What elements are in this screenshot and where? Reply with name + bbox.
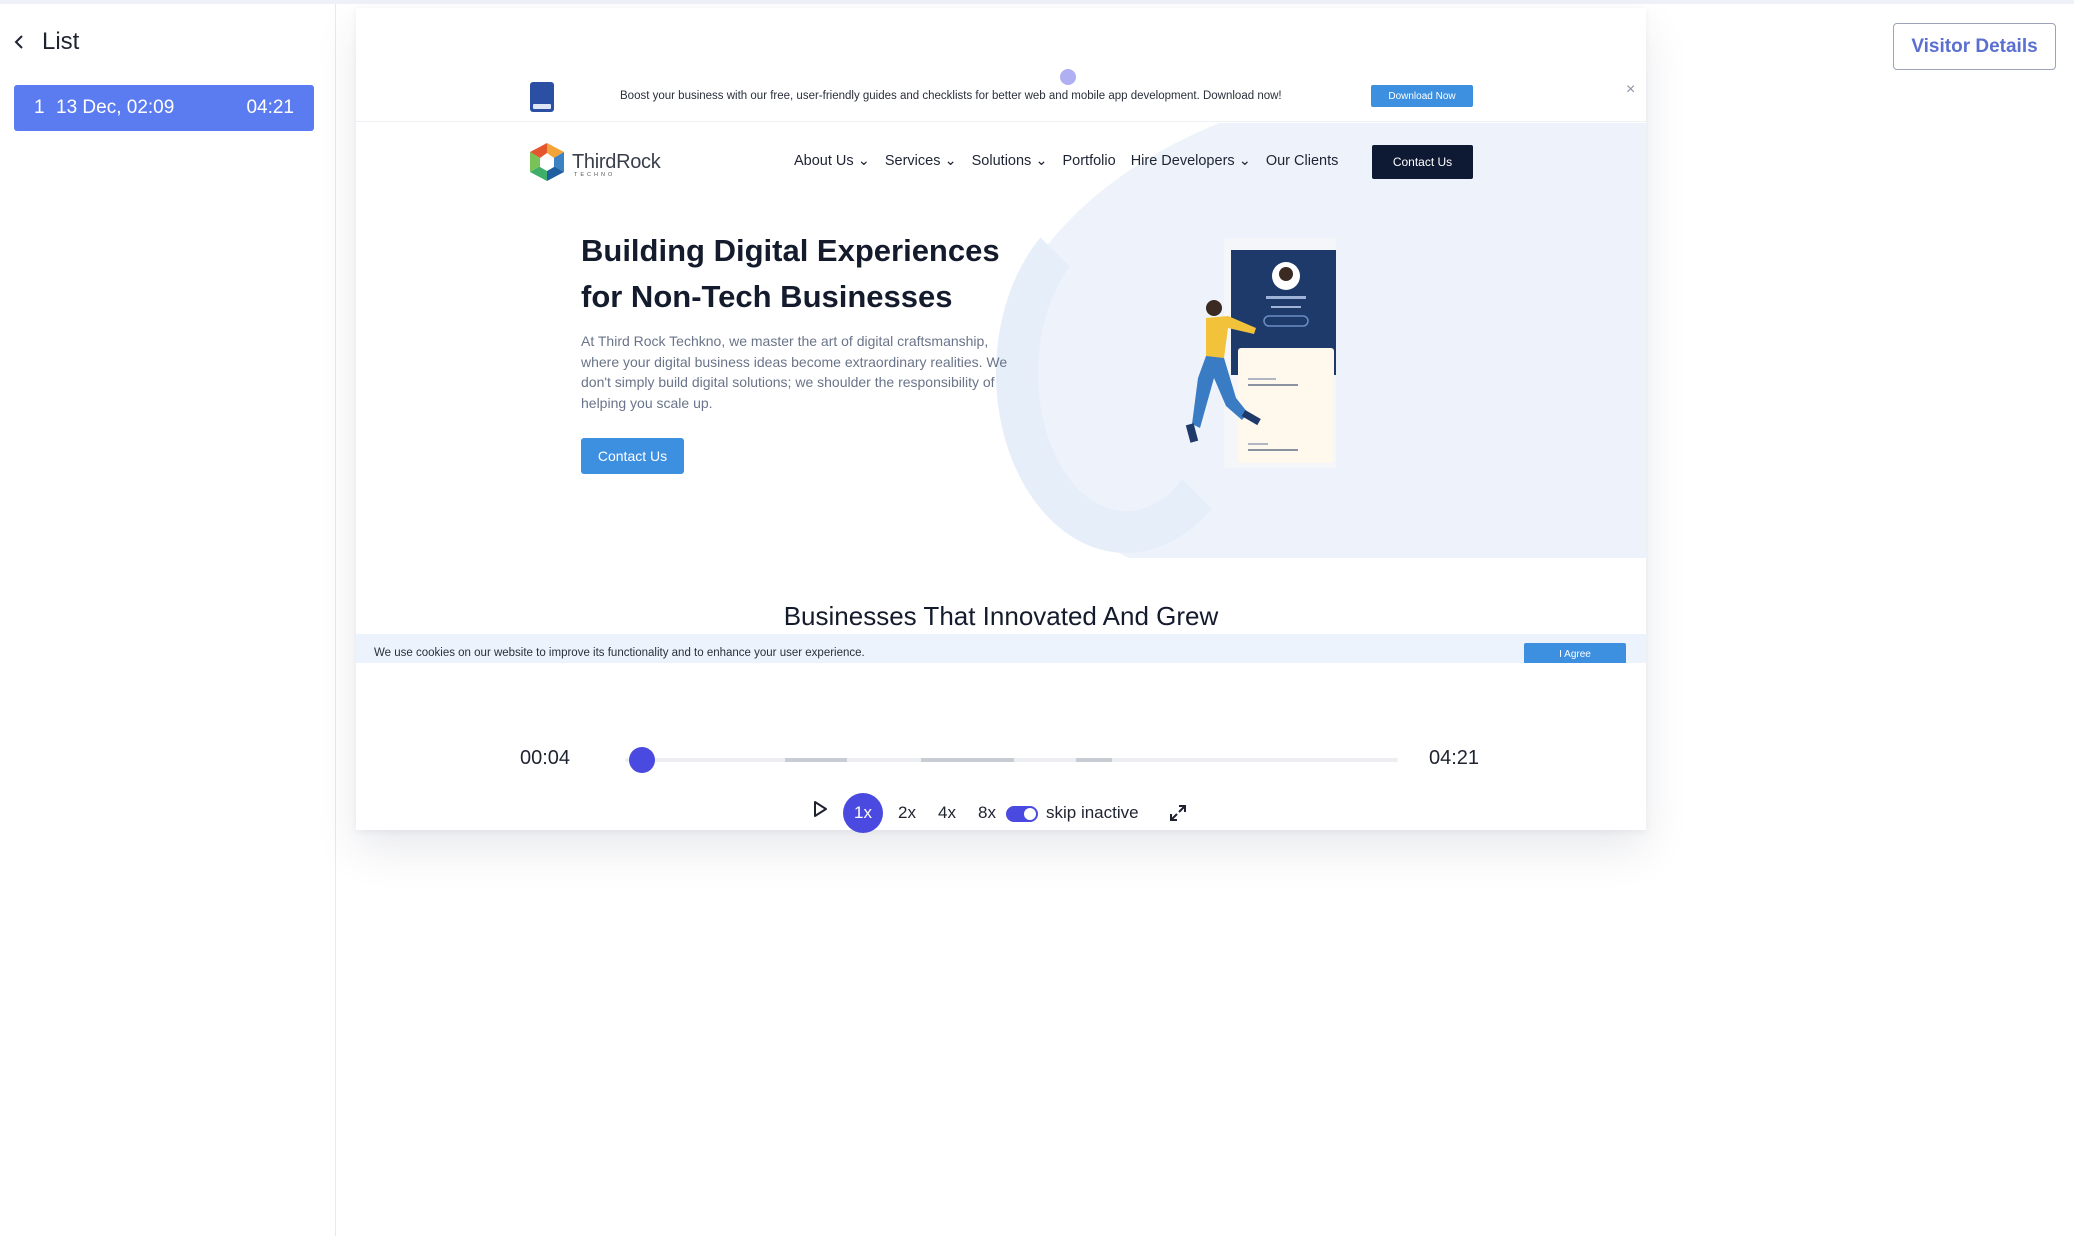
progress-thumb[interactable] [629, 747, 656, 773]
logo-mark-icon [530, 143, 564, 181]
announcement-bar: Boost your business with our free, user-… [356, 70, 1646, 122]
chevron-down-icon: ⌄ [944, 153, 957, 169]
current-time: 00:04 [520, 747, 571, 769]
replay-cursor-icon [1060, 69, 1076, 85]
nav-about-us[interactable]: About Us ⌄ [794, 153, 870, 169]
close-icon[interactable]: × [1626, 81, 1635, 99]
book-icon [530, 82, 554, 112]
hero-contact-us-button[interactable]: Contact Us [581, 438, 684, 474]
sidebar: List 1 13 Dec, 02:09 04:21 [0, 4, 336, 1236]
cookie-banner: We use cookies on our website to improve… [356, 634, 1646, 663]
activity-segment [785, 758, 847, 762]
download-now-button[interactable]: Download Now [1371, 85, 1473, 107]
nav-hire-developers[interactable]: Hire Developers ⌄ [1131, 153, 1251, 169]
chevron-down-icon: ⌄ [1238, 153, 1251, 169]
activity-segment [921, 758, 1014, 762]
speed-8x-button[interactable]: 8x [972, 793, 1002, 833]
announcement-text: Boost your business with our free, user-… [620, 90, 1282, 102]
visitor-details-button[interactable]: Visitor Details [1893, 23, 2056, 70]
nav-our-clients[interactable]: Our Clients [1266, 153, 1339, 169]
speed-4x-button[interactable]: 4x [932, 793, 962, 833]
session-date: 13 Dec, 02:09 [56, 97, 175, 118]
hero-description: At Third Rock Techkno, we master the art… [581, 333, 1008, 411]
section-title: Businesses That Innovated And Grew [783, 601, 1219, 631]
chevron-down-icon: ⌄ [857, 153, 870, 169]
site-logo[interactable]: ThirdRock TECHNO [526, 141, 661, 183]
chevron-down-icon: ⌄ [1035, 153, 1048, 169]
logo-subtitle: TECHNO [574, 172, 616, 178]
progress-track[interactable] [625, 747, 1398, 773]
skip-inactive-label: skip inactive [1046, 803, 1139, 822]
total-time: 04:21 [1429, 747, 1480, 769]
skip-inactive-toggle[interactable] [1006, 806, 1038, 822]
hero-title: Building Digital Experiences for Non-Tec… [581, 228, 1081, 320]
activity-segment [1076, 758, 1112, 762]
back-label: List [42, 28, 80, 55]
fullscreen-icon[interactable] [1168, 803, 1188, 823]
player-controls: 00:04 04:21 1x 2x 4x 8x skip inactive [356, 663, 1646, 833]
speed-1x-button[interactable]: 1x [843, 793, 883, 833]
hero-title-line-1: Building Digital Experiences [581, 233, 1000, 268]
play-icon[interactable] [812, 800, 828, 818]
session-duration: 04:21 [246, 97, 294, 118]
replay-viewport[interactable]: Boost your business with our free, user-… [356, 8, 1646, 663]
hero-title-line-2: for Non-Tech Businesses [581, 279, 953, 314]
site-nav: ThirdRock TECHNO About Us ⌄ Services ⌄ S… [526, 137, 1476, 185]
nav-links: About Us ⌄ Services ⌄ Solutions ⌄ Portfo… [794, 153, 1338, 169]
back-to-list-button[interactable]: List [10, 28, 79, 56]
chevron-left-icon [14, 35, 23, 49]
session-item[interactable]: 1 13 Dec, 02:09 04:21 [14, 85, 314, 131]
logo-name: ThirdRock [572, 150, 661, 173]
agree-button[interactable]: I Agree [1524, 643, 1626, 663]
session-index: 1 [34, 97, 45, 118]
session-player: Boost your business with our free, user-… [356, 8, 1646, 833]
hero-section: ThirdRock TECHNO About Us ⌄ Services ⌄ S… [356, 123, 1646, 558]
nav-services[interactable]: Services ⌄ [885, 153, 957, 169]
speed-2x-button[interactable]: 2x [892, 793, 922, 833]
nav-portfolio[interactable]: Portfolio [1062, 153, 1115, 169]
nav-solutions[interactable]: Solutions ⌄ [972, 153, 1048, 169]
hero-illustration [1185, 238, 1336, 468]
cookie-text: We use cookies on our website to improve… [374, 647, 865, 659]
nav-contact-us-button[interactable]: Contact Us [1372, 145, 1473, 179]
